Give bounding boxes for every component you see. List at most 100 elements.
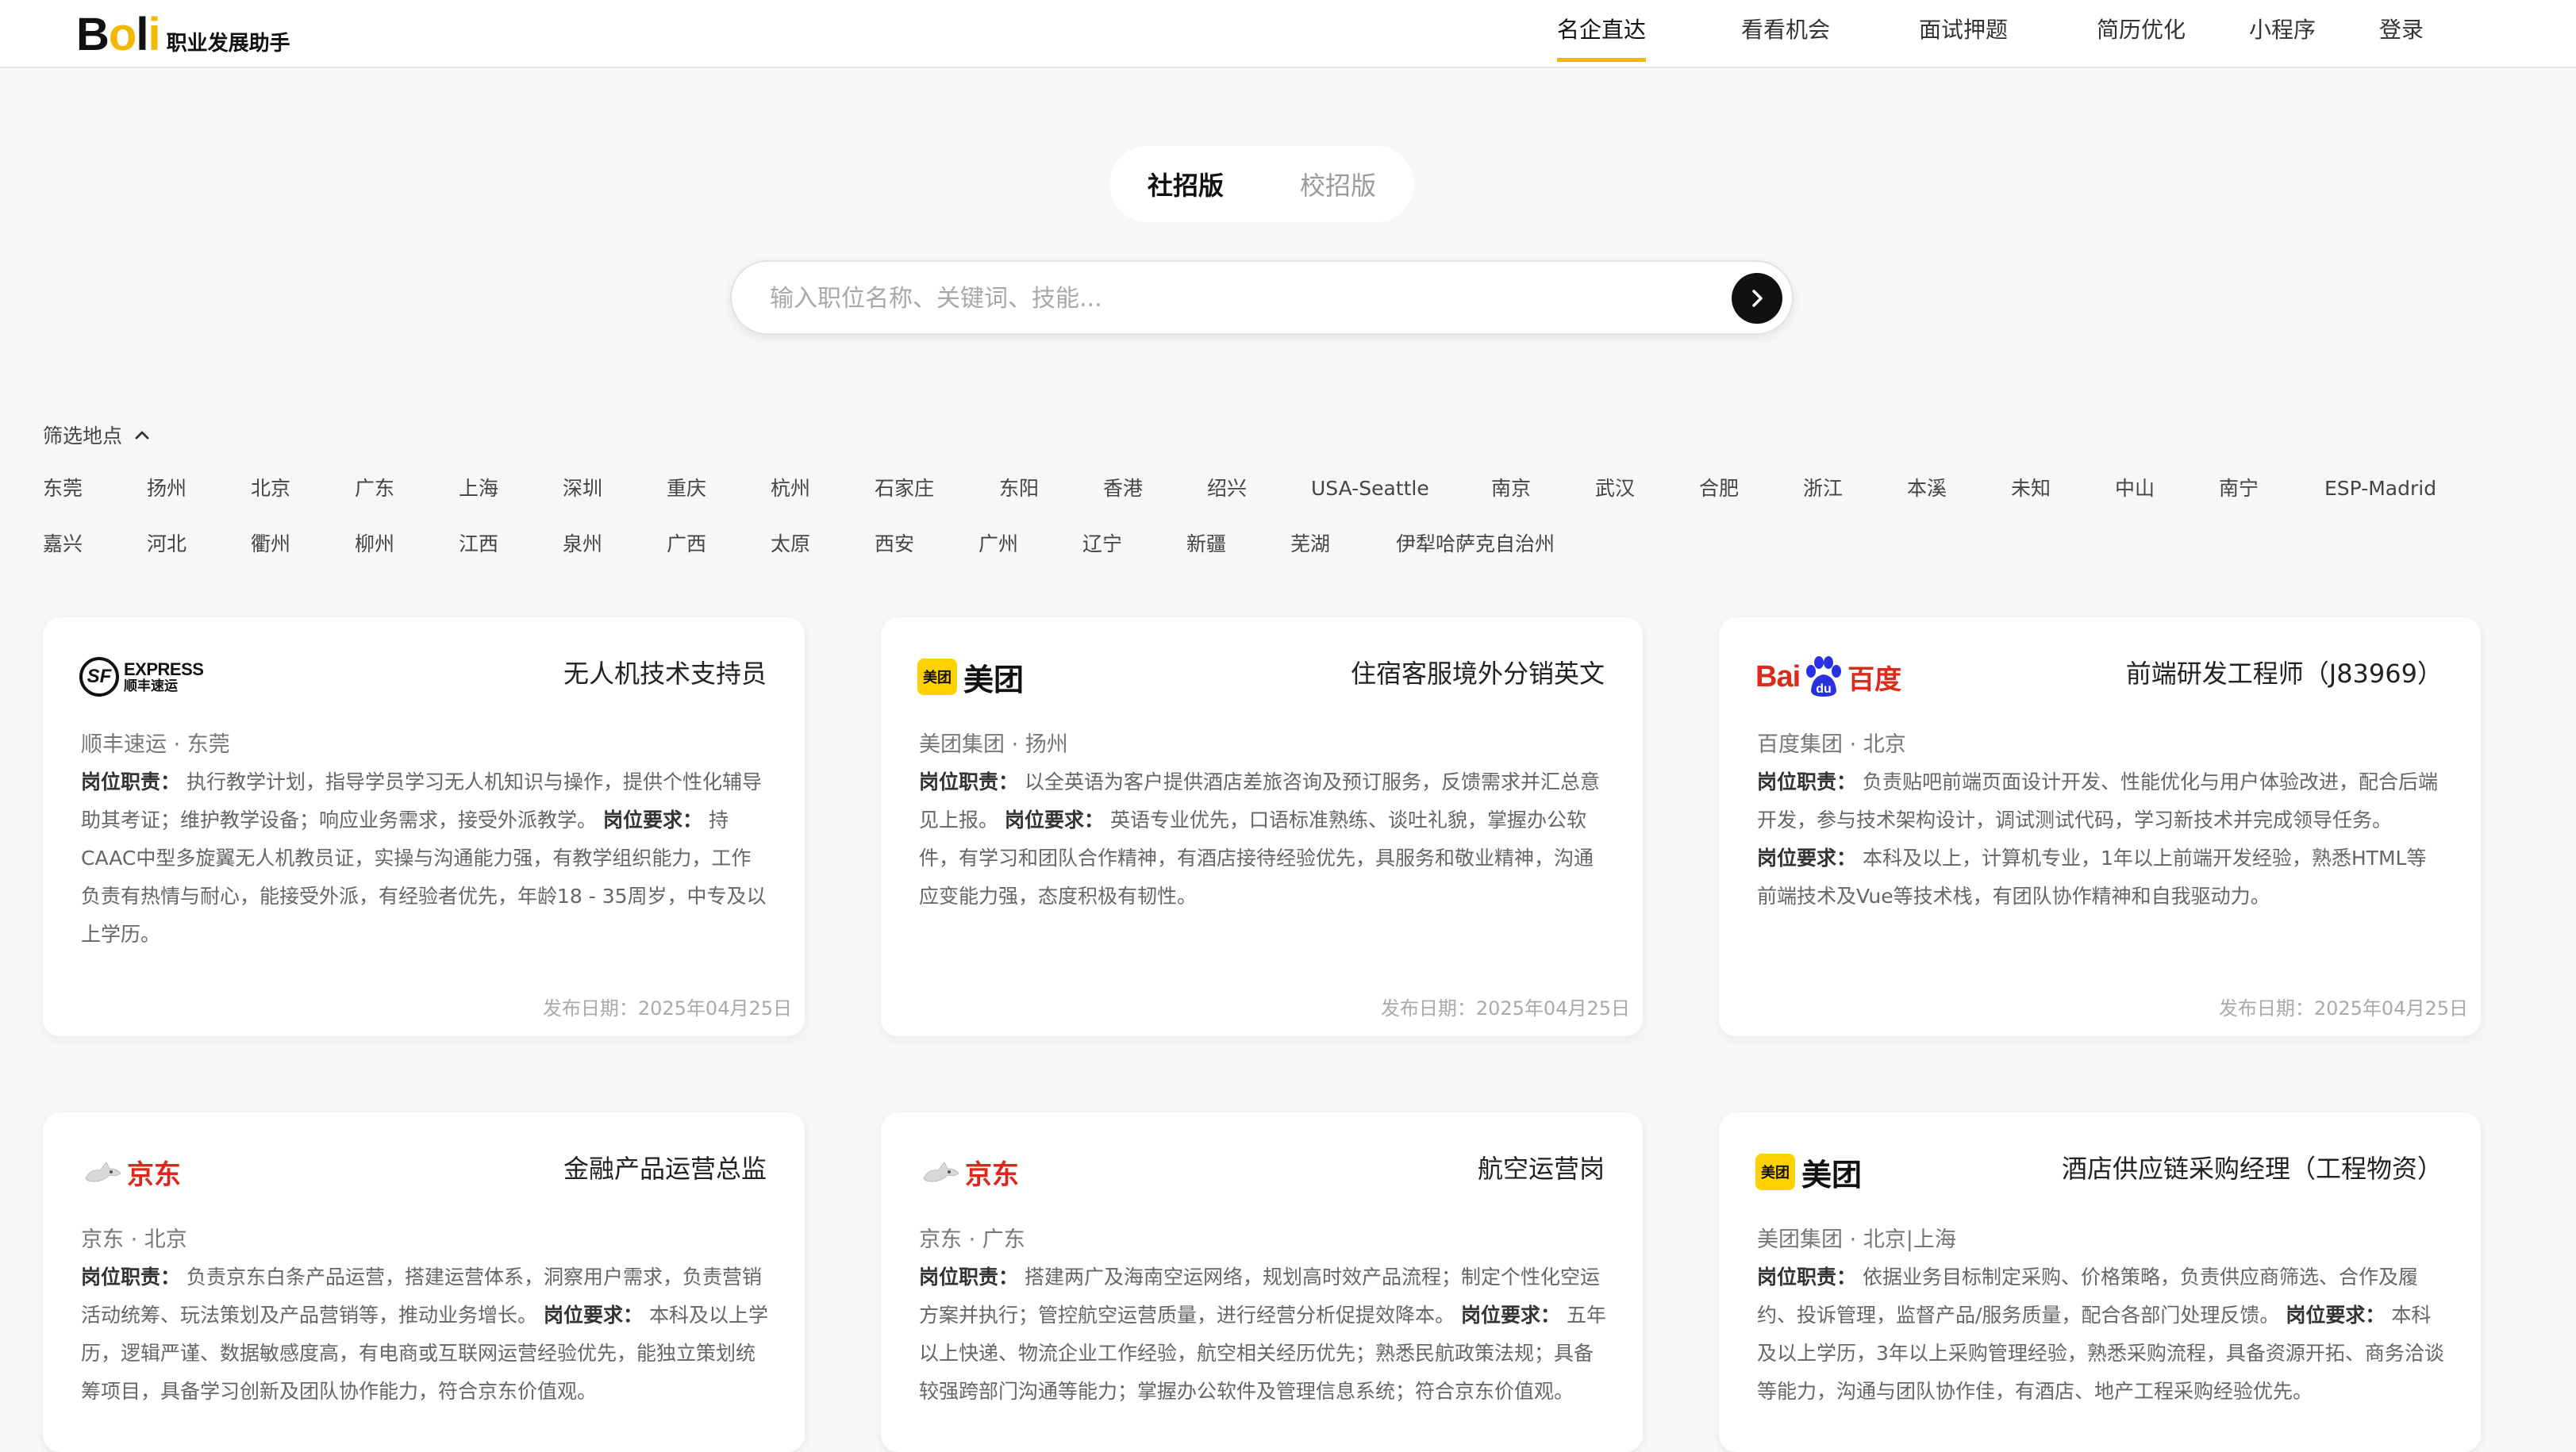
- baidu-logo-cn: 百度: [1847, 664, 1902, 695]
- requirement-label: 岗位要求：: [602, 809, 702, 832]
- location-option[interactable]: 杭州: [771, 473, 810, 505]
- location-option[interactable]: 中山: [2115, 473, 2155, 505]
- meituan-logo-text: 美团: [963, 662, 1025, 697]
- location-option[interactable]: 北京: [251, 473, 290, 505]
- job-card[interactable]: 美团 美团 住宿客服境外分销英文 美团集团 · 扬州 岗位职责： 以全英语为客户…: [881, 617, 1643, 1036]
- search-submit-button[interactable]: [1732, 273, 1782, 324]
- requirement-label: 岗位要求：: [1004, 809, 1104, 832]
- location-option[interactable]: 东莞: [43, 473, 83, 505]
- job-company-location: 京东 · 北京: [81, 1227, 187, 1252]
- location-option[interactable]: 河北: [147, 528, 186, 560]
- sf-logo-mark: SF: [79, 657, 119, 697]
- location-option[interactable]: 未知: [2011, 473, 2051, 505]
- duty-label: 岗位职责：: [919, 770, 1019, 793]
- job-card[interactable]: SF EXPRESS 顺丰速运 无人机技术支持员 顺丰速运 · 东莞 岗位职责：…: [43, 617, 805, 1036]
- location-option[interactable]: 嘉兴: [43, 528, 83, 560]
- jd-dog-icon: [85, 1162, 121, 1182]
- location-option[interactable]: 南京: [1491, 473, 1531, 505]
- location-option[interactable]: 合肥: [1699, 473, 1739, 505]
- baidu-logo-bai: Bai: [1755, 659, 1801, 693]
- location-option[interactable]: 新疆: [1186, 528, 1226, 560]
- company-logo-meituan: 美团 美团: [1755, 1144, 1862, 1200]
- company-logo-meituan: 美团 美团: [917, 649, 1024, 705]
- job-card[interactable]: 京东 金融产品运营总监 京东 · 北京 岗位职责： 负责京东白条产品运营，搭建运…: [43, 1112, 805, 1452]
- meituan-logo-badge: 美团: [1755, 1154, 1795, 1190]
- job-company-location: 京东 · 广东: [919, 1227, 1025, 1252]
- sf-logo-text: EXPRESS 顺丰速运: [124, 659, 204, 694]
- company-logo-jd: 京东: [917, 1144, 1019, 1200]
- location-option[interactable]: 绍兴: [1207, 473, 1247, 505]
- sf-logo-cn: 顺丰速运: [124, 678, 178, 694]
- location-option[interactable]: 浙江: [1803, 473, 1843, 505]
- job-description: 岗位职责： 执行教学计划，指导学员学习无人机知识与操作，提供个性化辅导助其考证；…: [81, 763, 768, 954]
- job-title[interactable]: 金融产品运营总监: [563, 1149, 767, 1185]
- duty-label: 岗位职责：: [1757, 770, 1857, 793]
- location-option[interactable]: 广州: [978, 528, 1018, 560]
- duty-label: 岗位职责：: [1757, 1266, 1857, 1289]
- job-card[interactable]: Bai du 百度 前端研发工程师（J83969） 百度集团 · 北京 岗位职责…: [1719, 617, 2481, 1036]
- job-title[interactable]: 酒店供应链采购经理（工程物资）: [2062, 1149, 2443, 1185]
- job-company-location: 顺丰速运 · 东莞: [81, 732, 230, 757]
- job-card[interactable]: 京东 航空运营岗 京东 · 广东 岗位职责： 搭建两广及海南空运网络，规划高时效…: [881, 1112, 1643, 1452]
- publish-date-value: 2025年04月25日: [637, 997, 792, 1020]
- job-title[interactable]: 住宿客服境外分销英文: [1351, 654, 1605, 690]
- top-header: Boli 职业发展助手 名企直达 看看机会 面试押题 简历优化 小程序 登录: [0, 0, 2576, 68]
- nav-opportunities[interactable]: 看看机会: [1741, 0, 1830, 62]
- jd-logo-text: 京东: [965, 1158, 1019, 1191]
- job-title[interactable]: 前端研发工程师（J83969）: [2126, 654, 2443, 690]
- requirement-label: 岗位要求：: [543, 1304, 643, 1327]
- nav-login[interactable]: 登录: [2379, 0, 2424, 62]
- job-description: 岗位职责： 负责贴吧前端页面设计开发、性能优化与用户体验改进，配合后端开发，参与…: [1757, 763, 2444, 916]
- location-option[interactable]: 辽宁: [1082, 528, 1122, 560]
- publish-date-prefix: 发布日期：: [2218, 997, 2314, 1020]
- location-option[interactable]: ESP-Madrid: [2324, 473, 2436, 505]
- location-option[interactable]: 泉州: [563, 528, 602, 560]
- brand-logo[interactable]: Boli 职业发展助手: [76, 5, 290, 65]
- location-option[interactable]: 柳州: [355, 528, 394, 560]
- location-option[interactable]: 衢州: [251, 528, 290, 560]
- baidu-paw-icon: du: [1806, 656, 1842, 697]
- location-option[interactable]: 香港: [1103, 473, 1143, 505]
- publish-date-value: 2025年04月25日: [1475, 997, 1630, 1020]
- location-option[interactable]: 江西: [459, 528, 498, 560]
- location-option[interactable]: 太原: [771, 528, 810, 560]
- nav-resume-optimize[interactable]: 简历优化: [2097, 0, 2186, 62]
- location-option[interactable]: 南宁: [2219, 473, 2259, 505]
- job-description: 岗位职责： 依据业务目标制定采购、价格策略，负责供应商筛选、合作及履约、投诉管理…: [1757, 1258, 2444, 1411]
- location-option[interactable]: 扬州: [147, 473, 186, 505]
- location-option[interactable]: 石家庄: [875, 473, 934, 505]
- location-option[interactable]: USA-Seattle: [1311, 473, 1429, 505]
- requirement-label: 岗位要求：: [1460, 1304, 1560, 1327]
- location-option[interactable]: 伊犁哈萨克自治州: [1396, 528, 1555, 560]
- location-filter-toggle[interactable]: 筛选地点: [43, 419, 152, 451]
- job-description: 岗位职责： 搭建两广及海南空运网络，规划高时效产品流程；制定个性化空运方案并执行…: [919, 1258, 1606, 1411]
- search-input[interactable]: [770, 279, 1651, 317]
- job-card[interactable]: 美团 美团 酒店供应链采购经理（工程物资） 美团集团 · 北京|上海 岗位职责：…: [1719, 1112, 2481, 1452]
- job-requirement: 本科及以上，计算机专业，1年以上前端开发经验，熟悉HTML等前端技术及Vue等技…: [1757, 847, 2427, 908]
- location-option[interactable]: 广西: [667, 528, 706, 560]
- location-option[interactable]: 上海: [459, 473, 498, 505]
- location-option[interactable]: 西安: [875, 528, 914, 560]
- location-option[interactable]: 东阳: [999, 473, 1039, 505]
- location-filter-title: 筛选地点: [43, 424, 123, 448]
- tab-campus-recruit[interactable]: 校招版: [1262, 166, 1414, 202]
- location-option[interactable]: 广东: [355, 473, 394, 505]
- requirement-label: 岗位要求：: [2286, 1304, 2386, 1327]
- job-title[interactable]: 航空运营岗: [1478, 1149, 1605, 1185]
- location-option[interactable]: 深圳: [563, 473, 602, 505]
- location-option[interactable]: 重庆: [667, 473, 706, 505]
- location-option[interactable]: 武汉: [1595, 473, 1635, 505]
- tab-social-recruit[interactable]: 社招版: [1109, 166, 1262, 202]
- location-option[interactable]: 本溪: [1907, 473, 1947, 505]
- nav-mini-program[interactable]: 小程序: [2249, 0, 2316, 62]
- logo-subtitle: 职业发展助手: [166, 31, 290, 56]
- sf-logo-en: EXPRESS: [124, 659, 204, 679]
- logo-letter-l: l: [136, 9, 148, 60]
- nav-company-direct[interactable]: 名企直达: [1557, 0, 1647, 62]
- requirement-label: 岗位要求：: [1757, 847, 1857, 870]
- nav-interview-questions[interactable]: 面试押题: [1919, 0, 2008, 62]
- jd-logo: 京东: [79, 1153, 181, 1192]
- job-title[interactable]: 无人机技术支持员: [563, 654, 767, 690]
- location-option[interactable]: 芜湖: [1290, 528, 1330, 560]
- publish-date-prefix: 发布日期：: [1380, 997, 1476, 1020]
